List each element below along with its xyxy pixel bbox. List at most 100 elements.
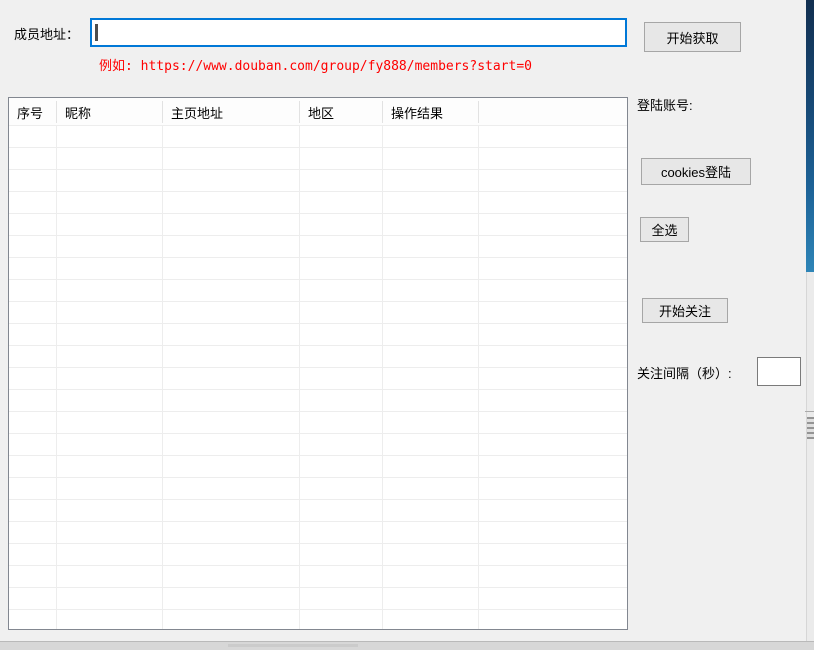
table-cell: [57, 192, 163, 213]
table-cell: [479, 280, 627, 301]
table-cell: [383, 280, 479, 301]
table-cell: [300, 148, 383, 169]
table-row[interactable]: [9, 302, 627, 324]
table-cell: [479, 522, 627, 543]
table-cell: [479, 148, 627, 169]
table-cell: [57, 478, 163, 499]
table-cell: [479, 302, 627, 323]
table-cell: [300, 302, 383, 323]
table-cell: [300, 610, 383, 629]
table-cell: [383, 610, 479, 629]
background-window-strip: [806, 272, 814, 650]
table-cell: [383, 346, 479, 367]
table-cell: [57, 368, 163, 389]
column-header[interactable]: [479, 101, 627, 123]
table-cell: [383, 566, 479, 587]
table-cell: [383, 412, 479, 433]
table-cell: [163, 478, 300, 499]
table-cell: [163, 522, 300, 543]
member-url-input[interactable]: [90, 18, 627, 47]
table-cell: [163, 610, 300, 629]
table-cell: [9, 170, 57, 191]
table-cell: [57, 126, 163, 147]
table-cell: [57, 258, 163, 279]
table-cell: [300, 456, 383, 477]
table-row[interactable]: [9, 544, 627, 566]
table-cell: [300, 192, 383, 213]
follow-interval-input[interactable]: [757, 357, 801, 386]
table-cell: [9, 500, 57, 521]
table-cell: [479, 478, 627, 499]
column-header[interactable]: 地区: [300, 101, 383, 123]
table-row[interactable]: [9, 170, 627, 192]
table-row[interactable]: [9, 500, 627, 522]
background-window-artifact: [807, 417, 814, 439]
table-cell: [163, 236, 300, 257]
member-table[interactable]: 序号昵称主页地址地区操作结果: [8, 97, 628, 630]
column-header[interactable]: 昵称: [57, 101, 163, 123]
table-cell: [479, 126, 627, 147]
table-cell: [57, 434, 163, 455]
table-cell: [57, 610, 163, 629]
table-row[interactable]: [9, 214, 627, 236]
column-header[interactable]: 主页地址: [163, 101, 300, 123]
table-cell: [479, 544, 627, 565]
table-row[interactable]: [9, 566, 627, 588]
table-cell: [163, 192, 300, 213]
table-cell: [300, 478, 383, 499]
table-row[interactable]: [9, 324, 627, 346]
table-row[interactable]: [9, 192, 627, 214]
table-cell: [9, 236, 57, 257]
table-row[interactable]: [9, 346, 627, 368]
table-row[interactable]: [9, 522, 627, 544]
table-cell: [479, 214, 627, 235]
table-row[interactable]: [9, 434, 627, 456]
table-cell: [57, 170, 163, 191]
table-row[interactable]: [9, 280, 627, 302]
table-cell: [383, 126, 479, 147]
table-cell: [300, 522, 383, 543]
table-cell: [479, 456, 627, 477]
app-window: 成员地址： 例如: https://www.douban.com/group/f…: [0, 0, 806, 641]
table-cell: [9, 390, 57, 411]
table-row[interactable]: [9, 258, 627, 280]
table-cell: [300, 368, 383, 389]
window-bottom-shadow: [228, 644, 358, 647]
table-row[interactable]: [9, 368, 627, 390]
table-cell: [163, 258, 300, 279]
table-cell: [163, 126, 300, 147]
table-cell: [383, 302, 479, 323]
table-cell: [383, 544, 479, 565]
table-cell: [9, 280, 57, 301]
start-follow-button[interactable]: 开始关注: [642, 298, 728, 323]
table-cell: [9, 478, 57, 499]
table-row[interactable]: [9, 588, 627, 610]
table-cell: [383, 192, 479, 213]
table-cell: [9, 302, 57, 323]
table-cell: [163, 368, 300, 389]
desktop-wallpaper-strip: [806, 0, 814, 272]
table-row[interactable]: [9, 478, 627, 500]
text-caret: [95, 24, 98, 41]
table-row[interactable]: [9, 610, 627, 629]
column-header[interactable]: 序号: [9, 101, 57, 123]
column-header[interactable]: 操作结果: [383, 101, 479, 123]
table-cell: [57, 148, 163, 169]
table-cell: [300, 544, 383, 565]
table-cell: [383, 588, 479, 609]
table-cell: [9, 126, 57, 147]
table-cell: [479, 192, 627, 213]
table-cell: [383, 368, 479, 389]
table-cell: [300, 566, 383, 587]
table-row[interactable]: [9, 148, 627, 170]
table-row[interactable]: [9, 390, 627, 412]
table-row[interactable]: [9, 412, 627, 434]
select-all-button[interactable]: 全选: [640, 217, 689, 242]
table-row[interactable]: [9, 126, 627, 148]
start-fetch-button[interactable]: 开始获取: [644, 22, 741, 52]
table-cell: [479, 566, 627, 587]
table-cell: [479, 412, 627, 433]
cookies-login-button[interactable]: cookies登陆: [641, 158, 751, 185]
table-row[interactable]: [9, 236, 627, 258]
table-row[interactable]: [9, 456, 627, 478]
